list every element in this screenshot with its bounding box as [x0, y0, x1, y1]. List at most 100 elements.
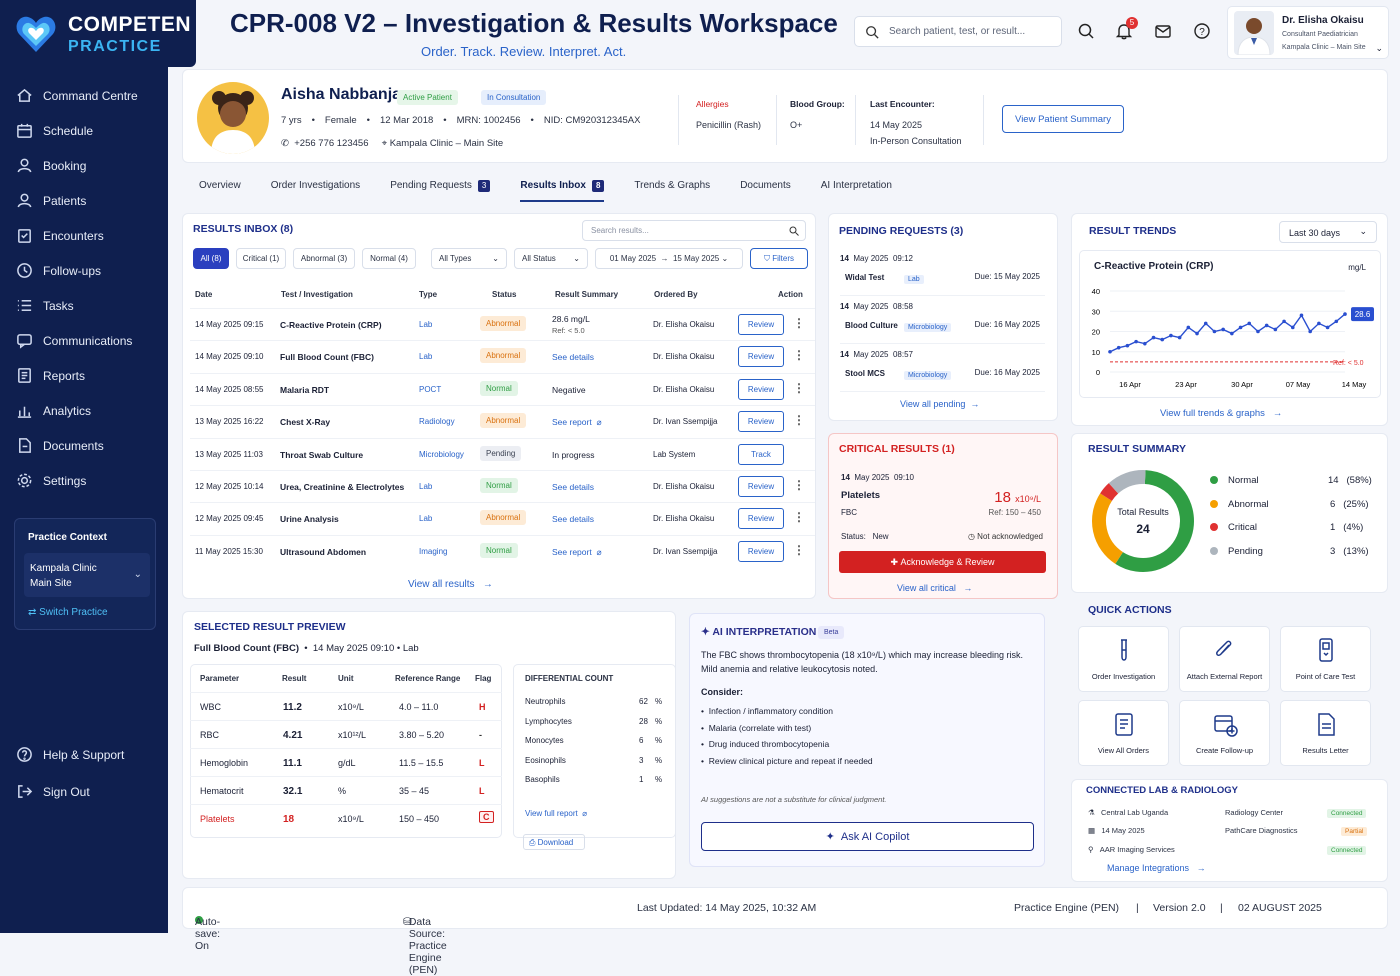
more-options-icon[interactable]: ⋮ — [793, 478, 805, 492]
more-options-icon[interactable]: ⋮ — [793, 543, 805, 557]
row-type: Radiology — [419, 417, 455, 427]
param-flag: L — [479, 758, 485, 768]
sidebar-item-settings[interactable]: Settings — [0, 463, 168, 498]
tab-results-inbox[interactable]: Results Inbox 8 — [520, 172, 605, 202]
row-type: Imaging — [419, 546, 448, 556]
row-review-button[interactable]: Review — [738, 378, 784, 400]
row-summary[interactable]: See details — [552, 352, 594, 362]
type-select[interactable]: All Types ⌄ — [431, 248, 507, 269]
row-review-button[interactable]: Review — [738, 508, 784, 530]
search-icon[interactable] — [1077, 22, 1095, 40]
doctor-avatar — [1234, 11, 1274, 55]
more-options-icon[interactable]: ⋮ — [793, 381, 805, 395]
tab-ai-interpretation[interactable]: AI Interpretation — [821, 172, 892, 202]
brand-logo[interactable]: COMPETEN PRACTICE — [0, 0, 196, 67]
more-options-icon[interactable]: ⋮ — [793, 510, 805, 524]
date-range-picker[interactable]: 01 May 2025 → 15 May 2025 ⌄ — [595, 248, 743, 269]
sidebar-item-analytics[interactable]: Analytics — [0, 393, 168, 428]
row-review-button[interactable]: Review — [738, 476, 784, 497]
parameter-row[interactable]: Hemoglobin 11.1 g/dL 11.5 – 15.5 L — [190, 748, 502, 776]
row-review-button[interactable]: Review — [738, 314, 784, 335]
ask-ai-copilot-button[interactable]: ✦ Ask AI Copilot — [701, 822, 1034, 851]
row-type: POCT — [419, 384, 442, 394]
results-search-input[interactable]: Search results... — [582, 220, 806, 241]
sidebar-item-patients[interactable]: Patients — [0, 183, 168, 218]
tab-documents[interactable]: Documents — [740, 172, 791, 202]
status-select[interactable]: All Status ⌄ — [514, 248, 588, 269]
data-point — [1177, 335, 1182, 340]
tab-overview[interactable]: Overview — [199, 172, 241, 202]
table-row[interactable]: 14 May 2025 08:55 Malaria RDT POCT Normal Ne… — [190, 372, 815, 405]
sidebar-item-command-centre[interactable]: Command Centre — [0, 78, 168, 113]
filter-normal[interactable]: Normal (4) — [362, 248, 416, 269]
row-track-button[interactable]: Track — [738, 443, 784, 465]
mail-icon[interactable] — [1154, 22, 1172, 40]
practice-selector[interactable]: Kampala Clinic Main Site ⌄ — [24, 553, 150, 597]
view-all-pending-link[interactable]: View all pending → — [900, 399, 979, 409]
sidebar-item-reports[interactable]: Reports — [0, 358, 168, 393]
filters-button[interactable]: ⛉ Filters — [750, 248, 808, 269]
table-row[interactable]: 12 May 2025 10:14 Urea, Creatinine & Elec… — [190, 470, 815, 502]
trend-range-select[interactable]: Last 30 days ⌄ — [1279, 221, 1377, 243]
manage-integrations-link[interactable]: Manage Integrations → — [1107, 863, 1206, 873]
filter-critical[interactable]: Critical (1) — [236, 248, 286, 269]
more-options-icon[interactable]: ⋮ — [793, 348, 805, 362]
tab-pending-requests[interactable]: Pending Requests 3 — [390, 172, 491, 202]
parameter-row[interactable]: Hematocrit 32.1% 35 – 45 L — [190, 776, 502, 804]
more-options-icon[interactable]: ⋮ — [793, 413, 805, 427]
sidebar-item-follow-ups[interactable]: Follow-ups — [0, 253, 168, 288]
preview-test-meta: Full Blood Count (FBC) • 14 May 2025 09:… — [194, 643, 419, 654]
quick-action-results-letter[interactable]: Results Letter — [1280, 700, 1371, 766]
quick-action-attach-external-report[interactable]: Attach External Report — [1179, 626, 1270, 692]
pending-request-item[interactable]: 14 May 2025 09:12 Widal Test Lab Due: 15 Ma… — [840, 250, 1045, 296]
table-row[interactable]: 13 May 2025 16:22 Chest X-Ray Radiology Abn… — [190, 405, 815, 437]
parameter-row[interactable]: RBC 4.21 x10¹²/L 3.80 – 5.20 - — [190, 720, 502, 748]
acknowledge-review-button[interactable]: ✚ Acknowledge & Review — [839, 551, 1046, 573]
row-review-button[interactable]: Review — [738, 411, 784, 433]
more-options-icon[interactable]: ⋮ — [793, 316, 805, 330]
data-point — [1151, 335, 1156, 340]
row-review-button[interactable]: Review — [738, 346, 784, 368]
data-point — [1247, 321, 1252, 326]
sidebar-item-schedule[interactable]: Schedule — [0, 113, 168, 148]
view-full-report-link[interactable]: View full report ⌀ — [525, 809, 587, 818]
filter-abnormal[interactable]: Abnormal (3) — [293, 248, 355, 269]
user-profile-menu[interactable]: Dr. Elisha Okaisu Consultant Paediatrici… — [1227, 6, 1389, 59]
parameter-row[interactable]: WBC 11.2 x10⁹/L 4.0 – 11.0 H — [190, 692, 502, 720]
pending-request-item[interactable]: 14 May 2025 08:57 Stool MCS Microbiology Du… — [840, 346, 1045, 392]
table-row[interactable]: 14 May 2025 09:15 C-Reactive Protein (CRP… — [190, 308, 815, 340]
row-summary[interactable]: See report ⌀ — [552, 417, 602, 428]
table-row[interactable]: 14 May 2025 09:10 Full Blood Count (FBC) L… — [190, 340, 815, 372]
sidebar-item-encounters[interactable]: Encounters — [0, 218, 168, 253]
row-summary[interactable]: See details — [552, 514, 594, 524]
pending-request-item[interactable]: 14 May 2025 08:58 Blood Culture Microbiolo… — [840, 298, 1045, 344]
filter-all[interactable]: All (8) — [193, 248, 229, 269]
quick-action-create-follow-up[interactable]: Create Follow-up — [1179, 700, 1270, 766]
parameter-row[interactable]: Platelets 18 x10⁹/L 150 – 450 C — [190, 804, 502, 832]
tab-trends-graphs[interactable]: Trends & Graphs — [634, 172, 710, 202]
quick-action-view-all-orders[interactable]: View All Orders — [1078, 700, 1169, 766]
sidebar-item-communications[interactable]: Communications — [0, 323, 168, 358]
tab-order-investigations[interactable]: Order Investigations — [271, 172, 361, 202]
view-full-trends-link[interactable]: View full trends & graphs → — [1160, 408, 1282, 419]
quick-action-point-of-care-test[interactable]: Point of Care Test — [1280, 626, 1371, 692]
help-icon[interactable]: ? — [1193, 22, 1211, 40]
view-patient-summary-button[interactable]: View Patient Summary — [1002, 105, 1124, 133]
view-all-results-link[interactable]: View all results → — [408, 579, 493, 590]
global-search-input[interactable]: Search patient, test, or result... — [854, 16, 1062, 47]
sidebar-item-tasks[interactable]: Tasks — [0, 288, 168, 323]
sidebar-item-booking[interactable]: Booking — [0, 148, 168, 183]
sidebar-item-sign-out[interactable]: Sign Out — [0, 773, 168, 810]
table-row[interactable]: 12 May 2025 09:45 Urine Analysis Lab Abnorm… — [190, 502, 815, 534]
download-button[interactable]: ⎙ Download — [523, 834, 585, 850]
table-row[interactable]: 11 May 2025 15:30 Ultrasound Abdomen Imagi… — [190, 534, 815, 567]
quick-action-order-investigation[interactable]: Order Investigation — [1078, 626, 1169, 692]
row-summary[interactable]: See details — [552, 482, 594, 492]
sidebar-item-documents[interactable]: Documents — [0, 428, 168, 463]
view-all-critical-link[interactable]: View all critical → — [897, 583, 972, 593]
switch-practice-link[interactable]: ⇄ Switch Practice — [28, 607, 108, 618]
row-review-button[interactable]: Review — [738, 540, 784, 562]
row-summary[interactable]: See report ⌀ — [552, 547, 602, 558]
sidebar-item-help-support[interactable]: Help & Support — [0, 736, 168, 773]
table-row[interactable]: 13 May 2025 11:03 Throat Swab Culture Micr… — [190, 437, 815, 470]
